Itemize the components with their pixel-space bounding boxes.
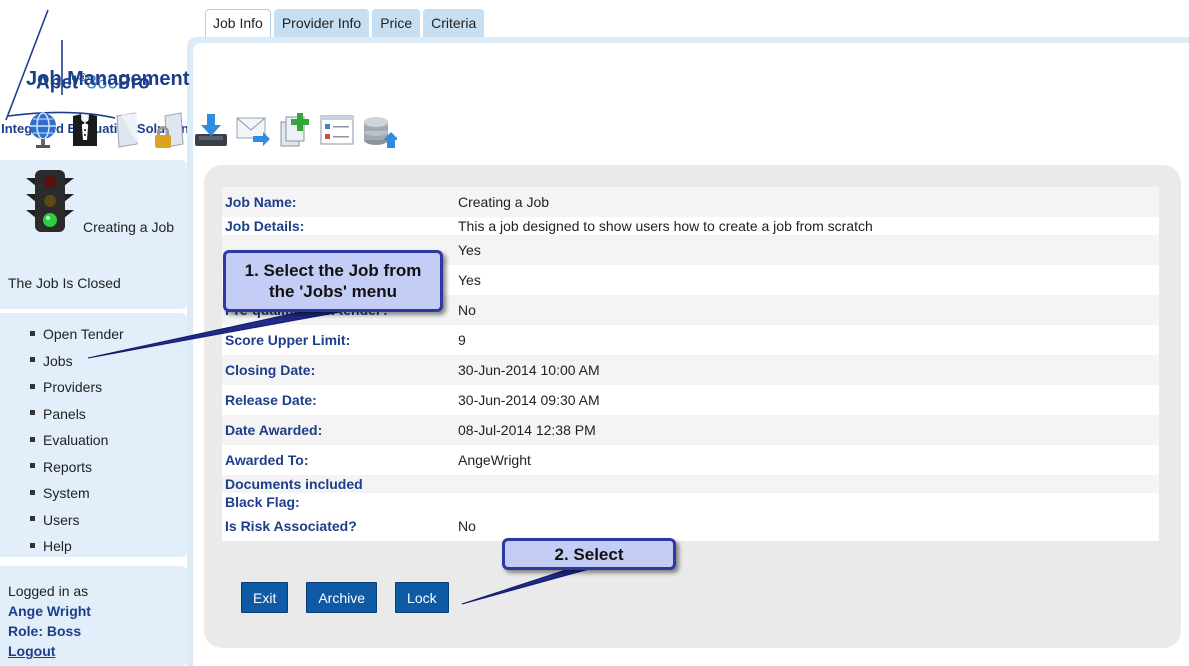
form-list-icon[interactable] xyxy=(318,109,356,151)
tab-bar: Job Info Provider Info Price Criteria xyxy=(205,9,485,37)
nav-item-jobs[interactable]: Jobs xyxy=(30,348,124,375)
detail-row-risk: Is Risk Associated? No xyxy=(222,511,1159,541)
user-name: Ange Wright xyxy=(8,603,91,619)
logout-link[interactable]: Logout xyxy=(8,641,55,661)
detail-row-black-flag: Black Flag: xyxy=(222,493,1159,511)
job-status-panel: Creating a Job The Job Is Closed xyxy=(0,160,187,309)
lock-button[interactable]: Lock xyxy=(395,582,449,613)
nav-item-system[interactable]: System xyxy=(30,480,124,507)
callout-select-lock: 2. Select xyxy=(502,538,676,570)
main-nav: Open Tender Jobs Providers Panels Evalua… xyxy=(0,313,187,557)
job-details-table: Job Name: Creating a Job Job Details: This… xyxy=(222,187,1159,541)
user-role: Role: Boss xyxy=(8,623,82,639)
nav-item-open-tender[interactable]: Open Tender xyxy=(30,321,124,348)
bullet-icon xyxy=(30,330,35,336)
bullet-icon xyxy=(30,542,35,548)
callout-select-job: 1. Select the Job from the 'Jobs' menu xyxy=(223,250,443,312)
job-state-label: The Job Is Closed xyxy=(8,275,121,291)
bullet-icon xyxy=(30,357,35,363)
action-buttons: Exit Archive Lock xyxy=(241,582,467,613)
detail-row-release-date: Release Date: 30-Jun-2014 09:30 AM xyxy=(222,385,1159,415)
detail-row-score-limit: Score Upper Limit: 9 xyxy=(222,325,1159,355)
job-details-card: Job Name: Creating a Job Job Details: This… xyxy=(204,165,1181,648)
tab-price[interactable]: Price xyxy=(372,9,421,37)
globe-icon[interactable] xyxy=(24,109,62,151)
tab-provider-info[interactable]: Provider Info xyxy=(273,9,370,37)
bullet-icon xyxy=(30,516,35,522)
detail-row-closing-date: Closing Date: 30-Jun-2014 10:00 AM xyxy=(222,355,1159,385)
bullet-icon xyxy=(30,463,35,469)
archive-button[interactable]: Archive xyxy=(306,582,378,613)
document-icon[interactable] xyxy=(108,109,146,151)
nav-item-evaluation[interactable]: Evaluation xyxy=(30,427,124,454)
nav-item-panels[interactable]: Panels xyxy=(30,401,124,428)
detail-row-job-details: Job Details: This a job designed to show … xyxy=(222,217,1159,235)
bullet-icon xyxy=(30,383,35,389)
nav-item-providers[interactable]: Providers xyxy=(30,374,124,401)
nav-item-help[interactable]: Help xyxy=(30,533,124,560)
database-upload-icon[interactable] xyxy=(360,109,398,151)
lock-document-icon[interactable] xyxy=(150,109,188,151)
detail-row-documents: Documents included xyxy=(222,475,1159,493)
add-copy-icon[interactable] xyxy=(276,109,314,151)
download-tray-icon[interactable] xyxy=(192,109,230,151)
detail-row-job-name: Job Name: Creating a Job xyxy=(222,187,1159,217)
nav-item-reports[interactable]: Reports xyxy=(30,454,124,481)
forward-mail-icon[interactable] xyxy=(234,109,272,151)
bullet-icon xyxy=(30,489,35,495)
tab-criteria[interactable]: Criteria xyxy=(423,9,485,37)
bullet-icon xyxy=(30,436,35,442)
detail-row-date-awarded: Date Awarded: 08-Jul-2014 12:38 PM xyxy=(222,415,1159,445)
logged-in-label: Logged in as xyxy=(8,583,89,599)
bullet-icon xyxy=(30,410,35,416)
tuxedo-icon[interactable] xyxy=(66,109,104,151)
tab-job-info[interactable]: Job Info xyxy=(205,9,271,37)
exit-button[interactable]: Exit xyxy=(241,582,289,613)
user-panel: Logged in as Ange Wright Role: Boss Logo… xyxy=(0,566,187,666)
job-name-label: Creating a Job xyxy=(83,219,175,235)
nav-item-users[interactable]: Users xyxy=(30,507,124,534)
page-title: Job Management xyxy=(26,68,190,90)
detail-row-awarded-to: Awarded To: AngeWright xyxy=(222,445,1159,475)
toolbar xyxy=(24,105,398,155)
